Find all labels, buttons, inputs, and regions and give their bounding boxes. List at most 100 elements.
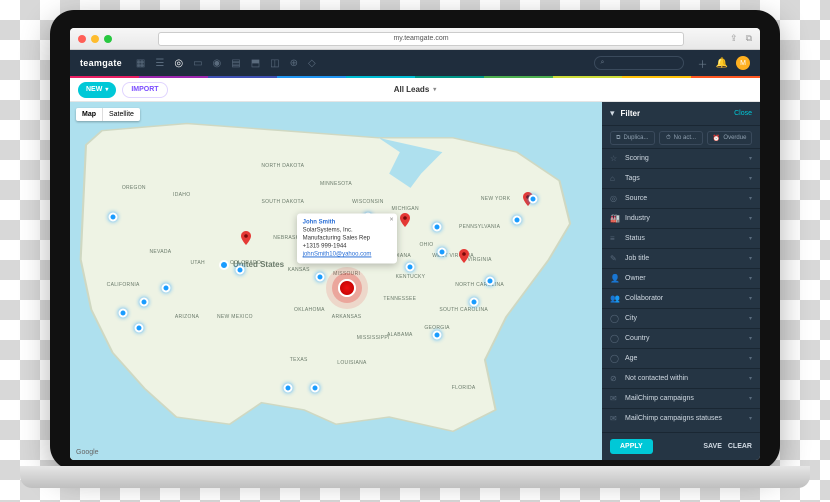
state-label: CALIFORNIA (107, 282, 140, 288)
filter-icon: ▾ (610, 108, 615, 119)
filter-row-label: Scoring (625, 155, 743, 162)
map-marker[interactable] (135, 323, 144, 332)
chevron-down-icon: ▾ (749, 355, 752, 362)
map-marker[interactable] (316, 273, 325, 282)
filter-row-label: Status (625, 235, 743, 242)
nav-dashboard-icon[interactable]: ▦ (136, 58, 145, 69)
quick-filter-chip[interactable]: ⏰Overdue (707, 131, 752, 145)
nav-goals-icon[interactable]: ⊕ (290, 58, 298, 69)
filter-row-icon: ✉ (610, 394, 619, 403)
notifications-icon[interactable]: 🔔 (716, 58, 728, 69)
map-marker-hot[interactable] (338, 279, 356, 297)
screen: my.teamgate.com ⇪ ⧉ teamgate ▦ ☰ ◎ ▭ ◉ ▤… (70, 28, 760, 460)
map-pin-icon[interactable] (459, 249, 469, 263)
satellite-button[interactable]: Satellite (103, 108, 140, 121)
nav-deals-icon[interactable]: ▭ (193, 58, 202, 69)
nav-calendar-icon[interactable]: ▤ (231, 58, 240, 69)
filter-row[interactable]: ⌂Tags▾ (602, 168, 760, 188)
global-search-input[interactable]: ⌕ (594, 56, 684, 70)
nav-mail-icon[interactable]: ◫ (270, 58, 279, 69)
chevron-down-icon: ▾ (749, 315, 752, 322)
map-marker[interactable] (438, 248, 447, 257)
view-title[interactable]: All Leads (394, 85, 437, 94)
nav-more-icon[interactable]: ◇ (308, 58, 316, 69)
filter-close-link[interactable]: Close (734, 110, 752, 117)
map-marker[interactable] (470, 298, 479, 307)
map-marker[interactable] (486, 277, 495, 286)
filter-row-label: Industry (625, 215, 743, 222)
map-marker[interactable] (512, 216, 521, 225)
chevron-down-icon: ▾ (749, 295, 752, 302)
map-pin-icon[interactable] (241, 231, 251, 245)
state-label: PENNSYLVANIA (459, 224, 500, 230)
filter-row-label: Not contacted within (625, 375, 743, 382)
new-button[interactable]: NEW▾ (78, 82, 116, 98)
nav-leads-icon[interactable]: ◎ (174, 58, 183, 69)
brand-logo[interactable]: teamgate (80, 58, 122, 68)
filter-row[interactable]: ≡Status▾ (602, 228, 760, 248)
map-marker[interactable] (528, 194, 537, 203)
map-view[interactable]: Map Satellite United States CALIFORNIANE… (70, 102, 602, 460)
filter-row-icon: ⌂ (610, 174, 619, 183)
add-icon[interactable]: ＋ (698, 56, 708, 71)
chip-icon: ⏱ (666, 135, 671, 142)
popup-name[interactable]: John Smith (303, 218, 391, 226)
map-marker[interactable] (433, 330, 442, 339)
tabs-icon[interactable]: ⧉ (746, 33, 752, 44)
state-label: UTAH (190, 260, 204, 266)
share-icon[interactable]: ⇪ (730, 33, 738, 44)
map-marker[interactable] (236, 266, 245, 275)
apply-button[interactable]: APPLY (610, 439, 653, 454)
state-label: SOUTH DAKOTA (261, 199, 304, 205)
app-topbar: teamgate ▦ ☰ ◎ ▭ ◉ ▤ ⬒ ◫ ⊕ ◇ ⌕ ＋ 🔔 M (70, 50, 760, 76)
clear-filter-link[interactable]: CLEAR (728, 443, 752, 450)
import-button[interactable]: IMPORT (122, 82, 167, 98)
nav-icons: ▦ ☰ ◎ ▭ ◉ ▤ ⬒ ◫ ⊕ ◇ (136, 58, 316, 69)
map-marker[interactable] (284, 384, 293, 393)
filter-row[interactable]: ✉MailChimp campaigns▾ (602, 388, 760, 408)
filter-row[interactable]: ✎Job title▾ (602, 248, 760, 268)
filter-row[interactable]: ◯City▾ (602, 308, 760, 328)
map-marker[interactable] (406, 262, 415, 271)
close-window-icon[interactable] (78, 35, 86, 43)
filter-title: Filter (621, 109, 641, 118)
map-marker[interactable] (140, 298, 149, 307)
browser-chrome: my.teamgate.com ⇪ ⧉ (70, 28, 760, 50)
popup-company: SolarSystems, Inc. (303, 226, 391, 234)
filter-row[interactable]: ⊘Not contacted within▾ (602, 368, 760, 388)
filter-row[interactable]: 👥Collaborator▾ (602, 288, 760, 308)
filter-row[interactable]: 👤Owner▾ (602, 268, 760, 288)
map-marker[interactable] (161, 284, 170, 293)
filter-row[interactable]: ◯Age▾ (602, 348, 760, 368)
filter-row[interactable]: ✉MailChimp campaigns statuses▾ (602, 408, 760, 428)
minimize-window-icon[interactable] (91, 35, 99, 43)
nav-reports-icon[interactable]: ⬒ (251, 58, 260, 69)
map-button[interactable]: Map (76, 108, 103, 121)
filter-row-label: Source (625, 195, 743, 202)
map-marker[interactable] (433, 223, 442, 232)
maximize-window-icon[interactable] (104, 35, 112, 43)
page-toolbar: NEW▾ IMPORT All Leads (70, 78, 760, 102)
filter-row-icon: ◯ (610, 334, 619, 343)
map-marker[interactable] (119, 309, 128, 318)
filter-row[interactable]: ◎Source▾ (602, 188, 760, 208)
quick-filter-chip[interactable]: ⏱No act... (659, 131, 704, 145)
chevron-down-icon: ▾ (749, 175, 752, 182)
content-area: Map Satellite United States CALIFORNIANE… (70, 102, 760, 460)
map-marker[interactable] (108, 212, 117, 221)
save-filter-link[interactable]: SAVE (703, 443, 722, 450)
map-marker[interactable] (310, 384, 319, 393)
address-bar[interactable]: my.teamgate.com (158, 32, 684, 46)
quick-filter-chip[interactable]: ⧉Duplica... (610, 131, 655, 145)
popup-close-icon[interactable]: × (390, 215, 394, 224)
popup-email[interactable]: johnSmith10@yahoo.com (303, 251, 391, 259)
user-avatar[interactable]: M (736, 56, 750, 70)
state-label: TENNESSEE (383, 296, 416, 302)
state-label: KENTUCKY (396, 274, 426, 280)
nav-contacts-icon[interactable]: ☰ (155, 58, 164, 69)
nav-pipeline-icon[interactable]: ◉ (213, 58, 222, 69)
map-pin-icon[interactable] (400, 213, 410, 227)
filter-row[interactable]: ◯Country▾ (602, 328, 760, 348)
filter-row[interactable]: ☆Scoring▾ (602, 148, 760, 168)
filter-row[interactable]: 🏭Industry▾ (602, 208, 760, 228)
